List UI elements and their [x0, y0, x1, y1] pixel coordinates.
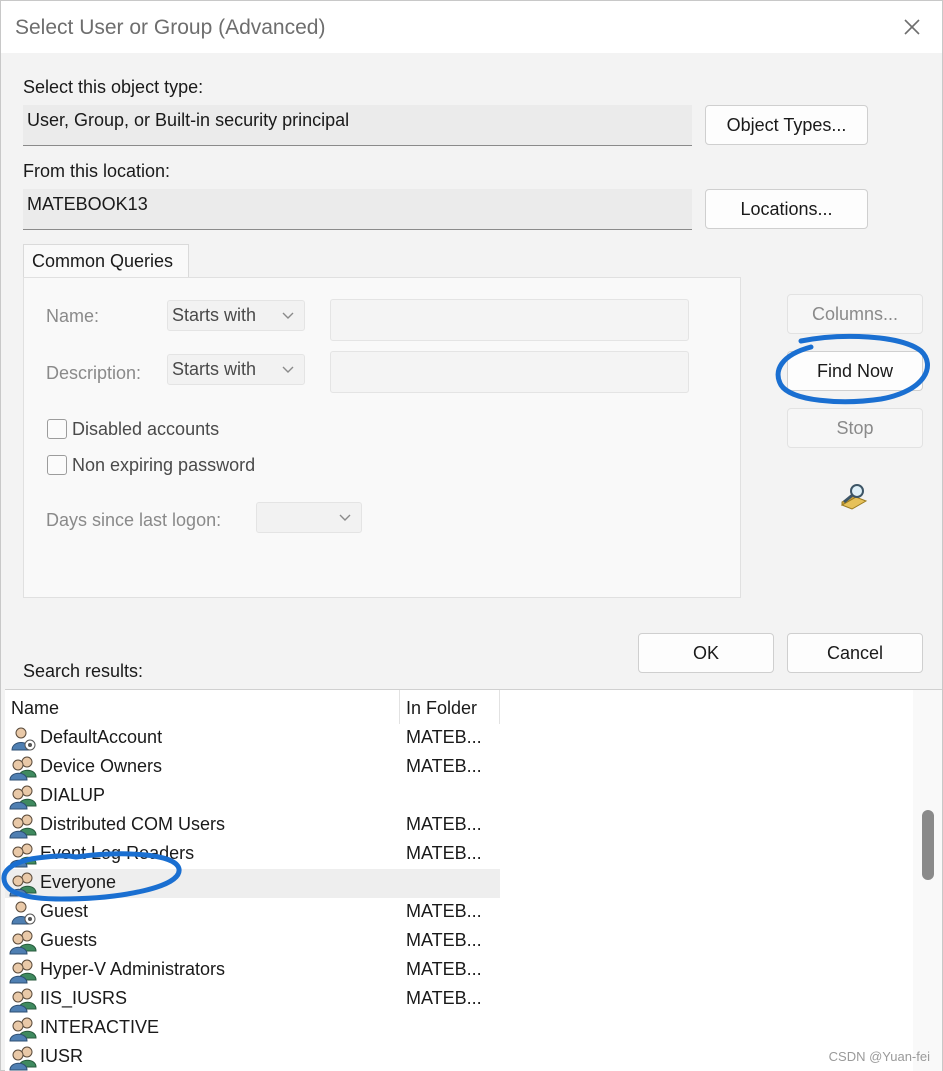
row-name: Guest: [40, 901, 89, 921]
search-results-list[interactable]: Name In Folder DefaultAccount MATEB... Dev…: [5, 689, 942, 1071]
table-row[interactable]: Distributed COM Users MATEB...: [5, 811, 500, 840]
user-icon: [9, 726, 37, 752]
location-label: From this location:: [23, 161, 171, 181]
row-name: Device Owners: [40, 756, 163, 776]
chevron-down-icon: [339, 514, 351, 521]
search-animation-icon: [836, 481, 872, 511]
description-input[interactable]: [330, 351, 689, 393]
row-folder: MATEB...: [406, 959, 482, 979]
dialog-window: Select User or Group (Advanced) Select t…: [0, 0, 943, 1071]
object-types-button[interactable]: Object Types...: [705, 105, 868, 145]
columns-button[interactable]: Columns...: [787, 294, 923, 334]
disabled-accounts-checkbox[interactable]: [47, 419, 67, 439]
description-mode-value: Starts with: [172, 359, 257, 379]
group-icon: [9, 1016, 37, 1042]
table-row[interactable]: Everyone: [5, 869, 500, 898]
days-since-logon-label: Days since last logon:: [46, 510, 222, 530]
name-mode-value: Starts with: [172, 305, 257, 325]
chevron-down-icon: [282, 366, 294, 373]
table-row[interactable]: Hyper-V Administrators MATEB...: [5, 956, 500, 985]
locations-button[interactable]: Locations...: [705, 189, 868, 229]
group-icon: [9, 871, 37, 897]
row-folder: MATEB...: [406, 988, 482, 1008]
name-mode-select[interactable]: Starts with: [167, 300, 305, 331]
group-icon: [9, 958, 37, 984]
search-results-label: Search results:: [23, 661, 144, 681]
table-row[interactable]: Guest MATEB...: [5, 898, 500, 927]
window-title: Select User or Group (Advanced): [15, 16, 326, 39]
table-row[interactable]: IIS_IUSRS MATEB...: [5, 985, 500, 1014]
object-type-field: User, Group, or Built-in security princi…: [23, 105, 692, 146]
column-header-name[interactable]: Name: [5, 690, 400, 724]
row-folder: MATEB...: [406, 727, 482, 747]
row-folder: MATEB...: [406, 930, 482, 950]
tab-common-queries[interactable]: Common Queries: [23, 244, 189, 278]
row-folder: MATEB...: [406, 901, 482, 921]
table-row[interactable]: DefaultAccount MATEB...: [5, 724, 500, 753]
chevron-down-icon: [282, 312, 294, 319]
group-icon: [9, 929, 37, 955]
group-icon: [9, 1045, 37, 1071]
group-icon: [9, 842, 37, 868]
row-name: INTERACTIVE: [40, 1017, 160, 1037]
user-icon: [9, 900, 37, 926]
location-field: MATEBOOK13: [23, 189, 692, 230]
column-header-in-folder[interactable]: In Folder: [400, 690, 500, 724]
find-now-button[interactable]: Find Now: [787, 351, 923, 391]
row-name: IUSR: [40, 1046, 84, 1066]
disabled-accounts-label: Disabled accounts: [72, 419, 220, 439]
row-name: Hyper-V Administrators: [40, 959, 226, 979]
group-icon: [9, 755, 37, 781]
watermark: CSDN @Yuan-fei: [828, 1049, 930, 1064]
column-separator[interactable]: [499, 690, 500, 724]
stop-button[interactable]: Stop: [787, 408, 923, 448]
ok-button[interactable]: OK: [638, 633, 774, 673]
cancel-button[interactable]: Cancel: [787, 633, 923, 673]
common-queries-panel: Name: Starts with Description: Starts wi…: [23, 277, 741, 598]
description-label: Description:: [46, 363, 142, 383]
group-icon: [9, 784, 37, 810]
title-bar[interactable]: Select User or Group (Advanced): [1, 1, 942, 53]
group-icon: [9, 813, 37, 839]
table-row[interactable]: Event Log Readers MATEB...: [5, 840, 500, 869]
days-since-logon-select[interactable]: [256, 502, 362, 533]
row-folder: MATEB...: [406, 756, 482, 776]
row-name: Distributed COM Users: [40, 814, 226, 834]
description-mode-select[interactable]: Starts with: [167, 354, 305, 385]
name-label: Name:: [46, 306, 100, 326]
row-name: Event Log Readers: [40, 843, 195, 863]
table-row[interactable]: DIALUP: [5, 782, 500, 811]
table-row[interactable]: INTERACTIVE: [5, 1014, 500, 1043]
scrollbar-thumb[interactable]: [922, 810, 934, 880]
row-name: DefaultAccount: [40, 727, 163, 747]
row-name: Guests: [40, 930, 98, 950]
row-name: IIS_IUSRS: [40, 988, 128, 1008]
table-row[interactable]: IUSR: [5, 1043, 500, 1071]
results-scrollbar[interactable]: [913, 690, 942, 1071]
close-button[interactable]: [898, 13, 926, 41]
object-type-label: Select this object type:: [23, 77, 204, 97]
row-folder: MATEB...: [406, 843, 482, 863]
non-expiring-label: Non expiring password: [72, 455, 256, 475]
close-icon: [904, 19, 920, 35]
row-name: Everyone: [40, 872, 117, 892]
name-input[interactable]: [330, 299, 689, 341]
table-row[interactable]: Device Owners MATEB...: [5, 753, 500, 782]
table-row[interactable]: Guests MATEB...: [5, 927, 500, 956]
row-name: DIALUP: [40, 785, 106, 805]
non-expiring-checkbox[interactable]: [47, 455, 67, 475]
group-icon: [9, 987, 37, 1013]
row-folder: MATEB...: [406, 814, 482, 834]
